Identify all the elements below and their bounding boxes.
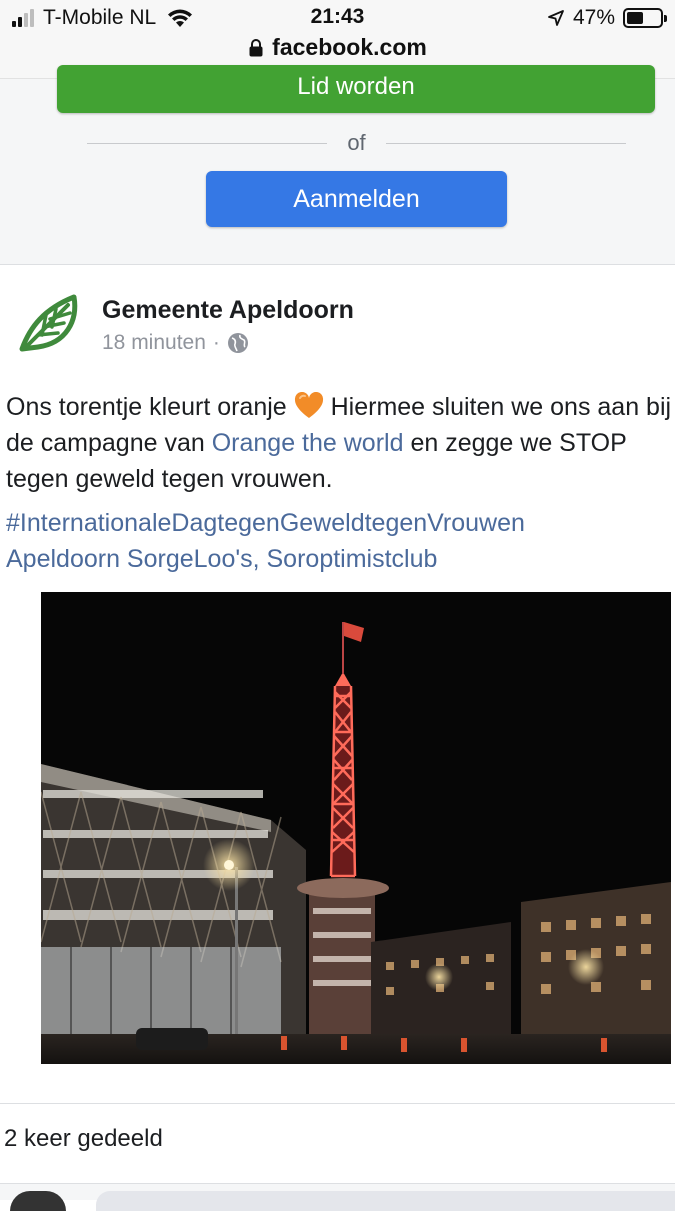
page-logo-leaf-icon[interactable] bbox=[14, 287, 86, 359]
post-text: Ons torentje kleurt oranje Hiermee sluit… bbox=[6, 389, 675, 497]
night-tower-photo bbox=[41, 592, 671, 1064]
page-name-link[interactable]: Gemeente Apeldoorn bbox=[102, 296, 354, 325]
lock-icon bbox=[249, 38, 263, 56]
divider-right bbox=[386, 143, 626, 144]
post-timestamp[interactable]: 18 minuten bbox=[102, 331, 206, 355]
or-label: of bbox=[347, 130, 366, 155]
comment-bar[interactable] bbox=[96, 1191, 675, 1211]
login-section: Lid worden of Aanmelden bbox=[0, 65, 675, 265]
login-button[interactable]: Aanmelden bbox=[206, 171, 507, 227]
status-bar-right: 47% bbox=[547, 6, 667, 30]
meta-separator: · bbox=[212, 331, 220, 354]
post-photo[interactable] bbox=[41, 592, 671, 1064]
share-count[interactable]: 2 keer gedeeld bbox=[4, 1125, 163, 1153]
battery-icon bbox=[623, 8, 667, 28]
join-button[interactable]: Lid worden bbox=[57, 65, 655, 113]
tagged-pages-link[interactable]: Apeldoorn SorgeLoo's, Soroptimistclub bbox=[6, 541, 675, 577]
orange-heart-emoji-icon bbox=[294, 392, 323, 418]
post-meta: 18 minuten · bbox=[102, 331, 249, 355]
orange-the-world-link[interactable]: Orange the world bbox=[212, 429, 404, 457]
globe-icon bbox=[227, 333, 248, 353]
avatar bbox=[10, 1191, 66, 1211]
divider bbox=[0, 1103, 675, 1104]
battery-percentage: 47% bbox=[572, 6, 615, 29]
divider-left bbox=[87, 143, 327, 144]
post-card: Gemeente Apeldoorn 18 minuten · Ons tore… bbox=[0, 265, 675, 1211]
post-tags: #InternationaleDagtegenGeweldtegenVrouwe… bbox=[6, 505, 675, 577]
address-bar[interactable]: facebook.com bbox=[0, 34, 675, 61]
location-arrow-icon bbox=[548, 10, 564, 26]
url-text: facebook.com bbox=[272, 34, 427, 60]
hashtag-link[interactable]: #InternationaleDagtegenGeweldtegenVrouwe… bbox=[6, 505, 675, 541]
post-text-part1: Ons torentje kleurt oranje bbox=[6, 393, 287, 421]
